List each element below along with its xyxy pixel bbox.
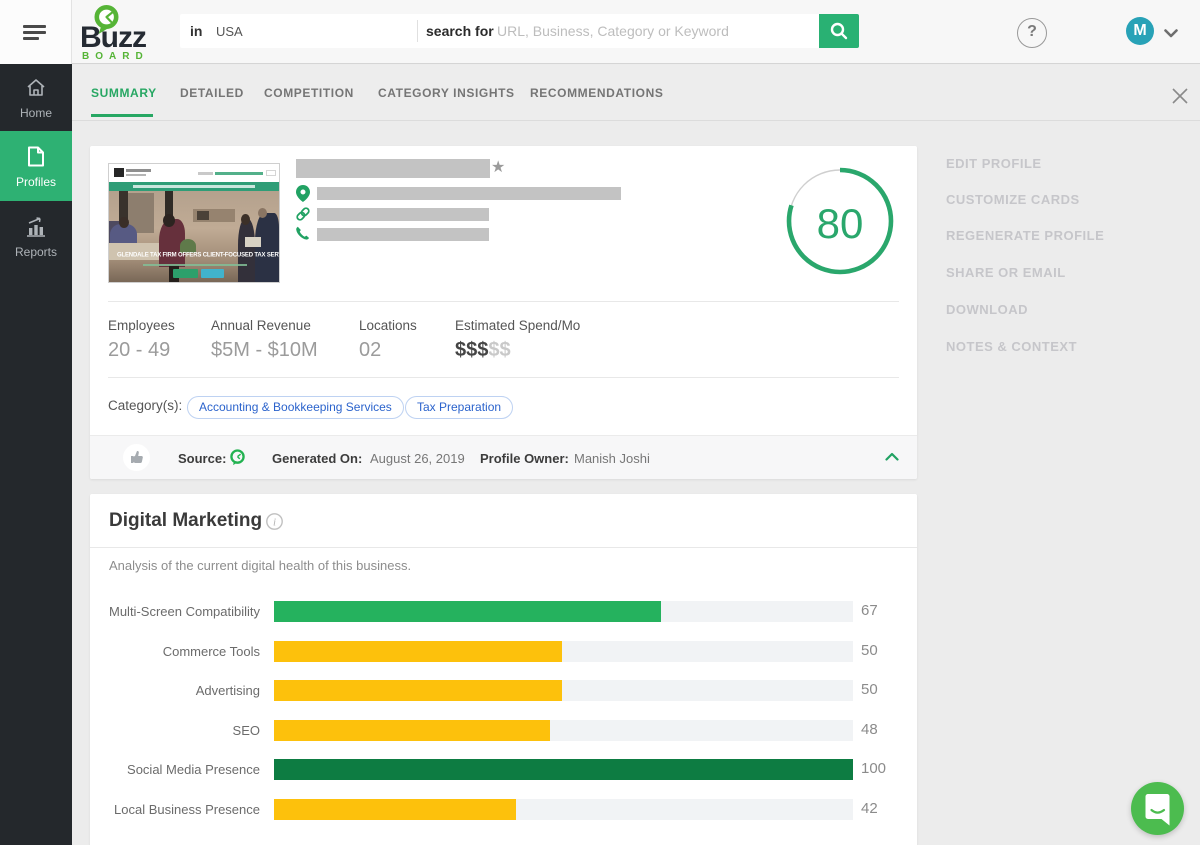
svg-text:i: i <box>273 517 276 529</box>
